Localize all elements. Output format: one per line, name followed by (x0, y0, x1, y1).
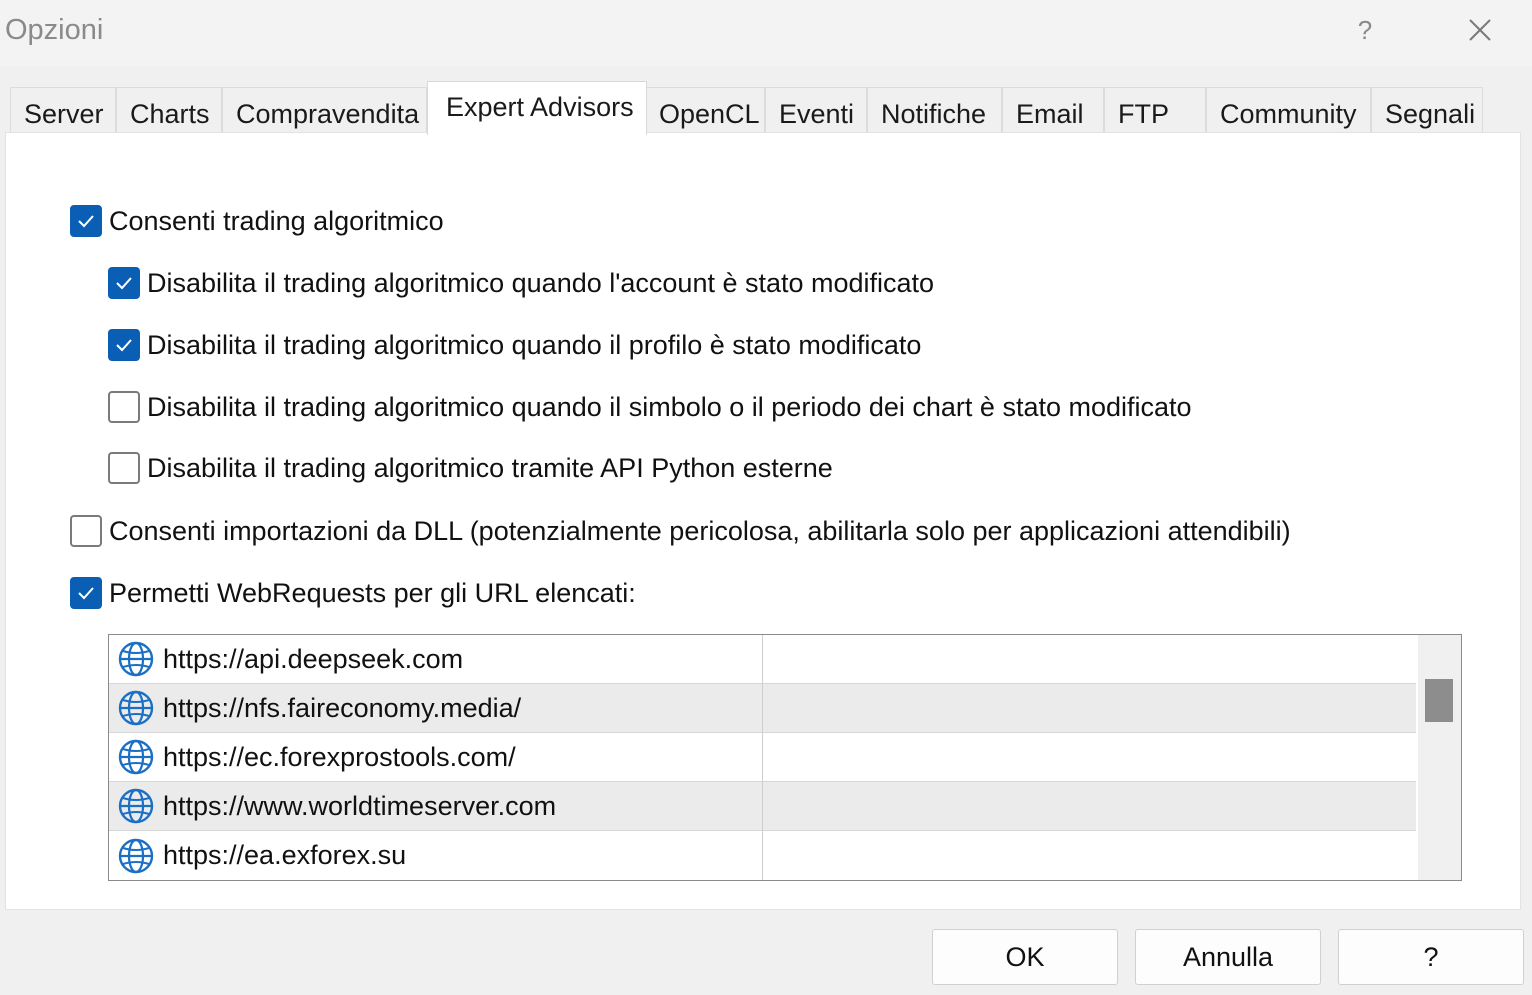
option-disable-on-profile-change[interactable]: Disabilita il trading algoritmico quando… (108, 327, 921, 363)
tab-opencl[interactable]: OpenCL (645, 87, 765, 134)
checkmark-icon (116, 277, 132, 290)
scrollbar-track[interactable] (1418, 635, 1461, 880)
checkbox[interactable] (70, 205, 102, 237)
option-label: Consenti importazioni da DLL (potenzialm… (109, 515, 1291, 546)
tab-compravendita[interactable]: Compravendita (222, 87, 427, 134)
checkmark-icon (78, 587, 94, 600)
globe-icon (118, 690, 154, 726)
checkbox[interactable] (70, 515, 102, 547)
tab-eventi[interactable]: Eventi (765, 87, 867, 134)
url-text: https://api.deepseek.com (163, 643, 464, 674)
checkbox[interactable] (108, 391, 140, 423)
option-allow-dll-imports[interactable]: Consenti importazioni da DLL (potenzialm… (70, 513, 1291, 549)
option-allow-webrequests[interactable]: Permetti WebRequests per gli URL elencat… (70, 575, 636, 611)
option-disable-python-api[interactable]: Disabilita il trading algoritmico tramit… (108, 450, 833, 486)
tab-ftp[interactable]: FTP (1104, 87, 1206, 134)
option-label: Consenti trading algoritmico (109, 205, 444, 236)
checkbox[interactable] (70, 577, 102, 609)
tab-notifiche[interactable]: Notifiche (867, 87, 1002, 134)
tab-email[interactable]: Email (1002, 87, 1104, 134)
option-label: Disabilita il trading algoritmico quando… (147, 267, 935, 298)
option-label: Permetti WebRequests per gli URL elencat… (109, 577, 636, 608)
url-text: https://www.worldtimeserver.com (163, 790, 557, 821)
option-allow-algo-trading[interactable]: Consenti trading algoritmico (70, 203, 444, 239)
close-button[interactable] (1460, 12, 1500, 48)
tab-charts[interactable]: Charts (116, 87, 222, 134)
scrollbar-thumb[interactable] (1425, 679, 1453, 722)
webrequest-url-list[interactable]: https://api.deepseek.com https://nfs.fai… (108, 634, 1462, 881)
tab-strip: Server Charts Compravendita Expert Advis… (10, 81, 1490, 135)
option-label: Disabilita il trading algoritmico quando… (147, 329, 922, 360)
tab-server[interactable]: Server (10, 87, 116, 134)
option-label: Disabilita il trading algoritmico quando… (147, 391, 1192, 422)
option-disable-on-account-change[interactable]: Disabilita il trading algoritmico quando… (108, 265, 934, 301)
cancel-button[interactable]: Annulla (1135, 929, 1321, 985)
checkmark-icon (116, 339, 132, 352)
help-button[interactable]: ? (1338, 929, 1524, 985)
title-help-button[interactable]: ? (1348, 12, 1382, 48)
option-disable-on-symbol-change[interactable]: Disabilita il trading algoritmico quando… (108, 389, 1192, 425)
close-icon (1469, 19, 1491, 41)
globe-icon (118, 838, 154, 873)
url-text: https://ea.exforex.su (163, 840, 407, 870)
url-text: https://nfs.faireconomy.media/ (163, 692, 522, 723)
checkbox[interactable] (108, 329, 140, 361)
globe-icon (118, 641, 154, 677)
checkbox[interactable] (108, 267, 140, 299)
checkmark-icon (78, 215, 94, 228)
option-label: Disabilita il trading algoritmico tramit… (147, 452, 833, 483)
column-separator (762, 635, 763, 880)
checkbox[interactable] (108, 452, 140, 484)
window-title: Opzioni (5, 14, 104, 46)
tab-community[interactable]: Community (1206, 87, 1371, 134)
url-text: https://ec.forexprostools.com/ (163, 741, 516, 772)
globe-icon (118, 739, 154, 775)
title-bar: Opzioni ? (0, 0, 1532, 66)
tab-segnali[interactable]: Segnali (1371, 87, 1483, 134)
ok-button[interactable]: OK (932, 929, 1118, 985)
tab-expert-advisors[interactable]: Expert Advisors (427, 81, 647, 135)
globe-icon (118, 788, 154, 824)
